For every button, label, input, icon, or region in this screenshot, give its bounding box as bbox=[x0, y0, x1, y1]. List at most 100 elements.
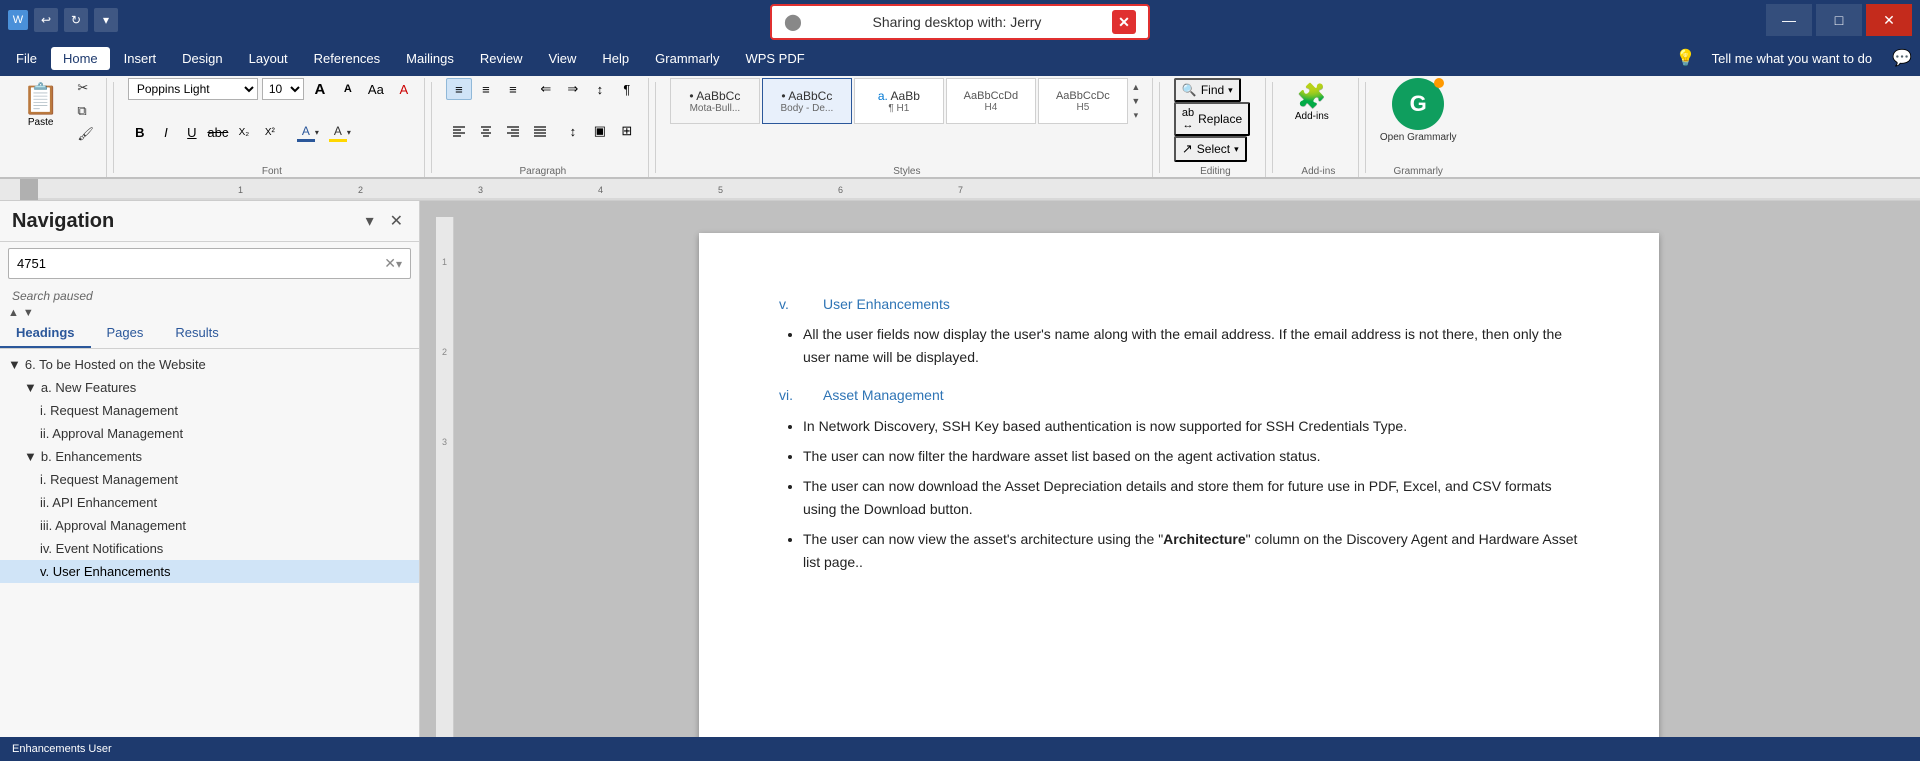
nav-search-input[interactable] bbox=[17, 256, 384, 271]
increase-indent-button[interactable]: ⇒ bbox=[560, 78, 586, 100]
tree-item-2[interactable]: i. Request Management bbox=[0, 399, 419, 422]
tree-item-5[interactable]: i. Request Management bbox=[0, 468, 419, 491]
style-h5[interactable]: AaBbCcDc H5 bbox=[1038, 78, 1128, 124]
menu-design[interactable]: Design bbox=[170, 47, 234, 70]
subscript-button[interactable]: X₂ bbox=[232, 122, 256, 144]
find-dropdown[interactable]: ▾ bbox=[1228, 85, 1233, 96]
style-mota-bullet[interactable]: • AaBbCc Mota-Bull... bbox=[670, 78, 760, 124]
shrink-font-button[interactable]: A bbox=[336, 78, 360, 100]
change-case-button[interactable]: Aa bbox=[364, 78, 388, 100]
highlight-dropdown[interactable]: ▾ bbox=[347, 128, 351, 137]
nav-prev-result[interactable]: ▲ bbox=[8, 307, 19, 319]
underline-button[interactable]: U bbox=[180, 122, 204, 144]
grammarly-group: G Open Grammarly Grammarly bbox=[1372, 78, 1465, 177]
grow-font-button[interactable]: A bbox=[308, 78, 332, 100]
addins-button[interactable]: 🧩 Add-ins bbox=[1287, 78, 1337, 126]
maximize-button[interactable]: □ bbox=[1816, 4, 1862, 36]
tree-item-6[interactable]: ii. API Enhancement bbox=[0, 491, 419, 514]
font-color-bar bbox=[297, 139, 315, 142]
tree-item-4[interactable]: ▼ b. Enhancements bbox=[0, 445, 419, 468]
quick-access-dropdown[interactable]: ▾ bbox=[94, 8, 118, 32]
nav-next-result[interactable]: ▼ bbox=[23, 307, 34, 319]
share-close-button[interactable]: ✕ bbox=[1112, 10, 1136, 34]
style-body-default[interactable]: • AaBbCc Body - De... bbox=[762, 78, 852, 124]
font-color-button[interactable]: A ▾ bbox=[293, 122, 323, 144]
decrease-indent-button[interactable]: ⇐ bbox=[533, 78, 559, 100]
nav-search-clear-button[interactable]: ✕ bbox=[384, 255, 396, 272]
menu-help[interactable]: Help bbox=[590, 47, 641, 70]
borders-button[interactable]: ⊞ bbox=[614, 120, 640, 142]
show-hide-button[interactable]: ¶ bbox=[614, 78, 640, 100]
shading-button[interactable]: ▣ bbox=[587, 120, 613, 142]
paste-button[interactable]: 📋 Paste bbox=[12, 78, 69, 132]
tree-item-0[interactable]: ▼ 6. To be Hosted on the Website bbox=[0, 353, 419, 376]
styles-scroll-up[interactable]: ▲ bbox=[1128, 80, 1144, 94]
sort-button[interactable]: ↕ bbox=[587, 78, 613, 100]
find-button[interactable]: 🔍 Find ▾ bbox=[1174, 78, 1241, 102]
tree-item-1[interactable]: ▼ a. New Features bbox=[0, 376, 419, 399]
cut-button[interactable]: ✂ bbox=[73, 78, 98, 98]
doc-with-ruler: 1 2 3 v. User Enhancements All the user … bbox=[436, 217, 1904, 746]
comment-button[interactable]: 💬 bbox=[1888, 44, 1916, 72]
select-button[interactable]: ↗ Select ▾ bbox=[1174, 136, 1247, 162]
tree-item-8[interactable]: iv. Event Notifications bbox=[0, 537, 419, 560]
menu-wps[interactable]: WPS PDF bbox=[733, 47, 816, 70]
menu-view[interactable]: View bbox=[536, 47, 588, 70]
undo-button[interactable]: ↩ bbox=[34, 8, 58, 32]
select-dropdown[interactable]: ▾ bbox=[1234, 144, 1239, 155]
nav-close-button[interactable]: ✕ bbox=[386, 209, 407, 233]
style-h1[interactable]: a. AaBb ¶ H1 bbox=[854, 78, 944, 124]
redo-button[interactable]: ↻ bbox=[64, 8, 88, 32]
tree-item-9[interactable]: v. User Enhancements bbox=[0, 560, 419, 583]
highlight-color-button[interactable]: A ▾ bbox=[325, 122, 355, 144]
font-family-select[interactable]: Poppins Light bbox=[128, 78, 258, 100]
tree-item-3[interactable]: ii. Approval Management bbox=[0, 422, 419, 445]
doc-page[interactable]: v. User Enhancements All the user fields… bbox=[699, 233, 1659, 746]
font-size-select[interactable]: 10 bbox=[262, 78, 304, 100]
menu-layout[interactable]: Layout bbox=[237, 47, 300, 70]
tree-item-7[interactable]: iii. Approval Management bbox=[0, 514, 419, 537]
nav-tab-pages[interactable]: Pages bbox=[91, 319, 160, 348]
replace-button[interactable]: ab↔ Replace bbox=[1174, 102, 1250, 136]
close-button[interactable]: ✕ bbox=[1866, 4, 1912, 36]
menu-grammarly[interactable]: Grammarly bbox=[643, 47, 731, 70]
nav-search-dropdown-button[interactable]: ▾ bbox=[396, 257, 402, 271]
nav-tab-headings[interactable]: Headings bbox=[0, 319, 91, 348]
styles-expand[interactable]: ▾ bbox=[1128, 108, 1144, 122]
italic-button[interactable]: I bbox=[154, 122, 178, 144]
nav-controls: ▾ ✕ bbox=[362, 209, 407, 233]
align-right-button[interactable] bbox=[500, 120, 526, 142]
bold-button[interactable]: B bbox=[128, 122, 152, 144]
justify-button[interactable] bbox=[527, 120, 553, 142]
menu-insert[interactable]: Insert bbox=[112, 47, 169, 70]
bullets-button[interactable]: ≡ bbox=[446, 78, 472, 100]
document-area[interactable]: 1 2 3 v. User Enhancements All the user … bbox=[420, 201, 1920, 746]
minimize-button[interactable]: — bbox=[1766, 4, 1812, 36]
tell-me-text[interactable]: Tell me what you want to do bbox=[1704, 47, 1880, 70]
menu-references[interactable]: References bbox=[302, 47, 392, 70]
line-spacing-button[interactable]: ↕ bbox=[560, 120, 586, 142]
align-left-button[interactable] bbox=[446, 120, 472, 142]
styles-label: Styles bbox=[670, 166, 1144, 177]
dropdown-arrow[interactable]: ▾ bbox=[315, 128, 319, 137]
bullets-vi: In Network Discovery, SSH Key based auth… bbox=[803, 415, 1579, 573]
clear-format-button[interactable]: A bbox=[392, 78, 416, 100]
strikethrough-button[interactable]: abc bbox=[206, 122, 230, 144]
styles-scroll-down[interactable]: ▼ bbox=[1128, 94, 1144, 108]
nav-collapse-button[interactable]: ▾ bbox=[362, 209, 378, 233]
nav-tab-results[interactable]: Results bbox=[159, 319, 234, 348]
styles-group: • AaBbCc Mota-Bull... • AaBbCc Body - De… bbox=[662, 78, 1153, 177]
menu-review[interactable]: Review bbox=[468, 47, 535, 70]
menu-mailings[interactable]: Mailings bbox=[394, 47, 466, 70]
menu-file[interactable]: File bbox=[4, 47, 49, 70]
menu-home[interactable]: Home bbox=[51, 47, 110, 70]
style-h4[interactable]: AaBbCcDd H4 bbox=[946, 78, 1036, 124]
align-center-button[interactable] bbox=[473, 120, 499, 142]
superscript-button[interactable]: X² bbox=[258, 122, 282, 144]
copy-button[interactable]: ⧉ bbox=[73, 101, 98, 121]
numbers-button[interactable]: ≡ bbox=[473, 78, 499, 100]
ruler-num-1: 1 bbox=[442, 257, 447, 267]
heading-v-text: User Enhancements bbox=[823, 293, 950, 315]
format-painter-button[interactable]: 🖌 bbox=[73, 124, 98, 144]
multilevel-list-button[interactable]: ≡ bbox=[500, 78, 526, 100]
